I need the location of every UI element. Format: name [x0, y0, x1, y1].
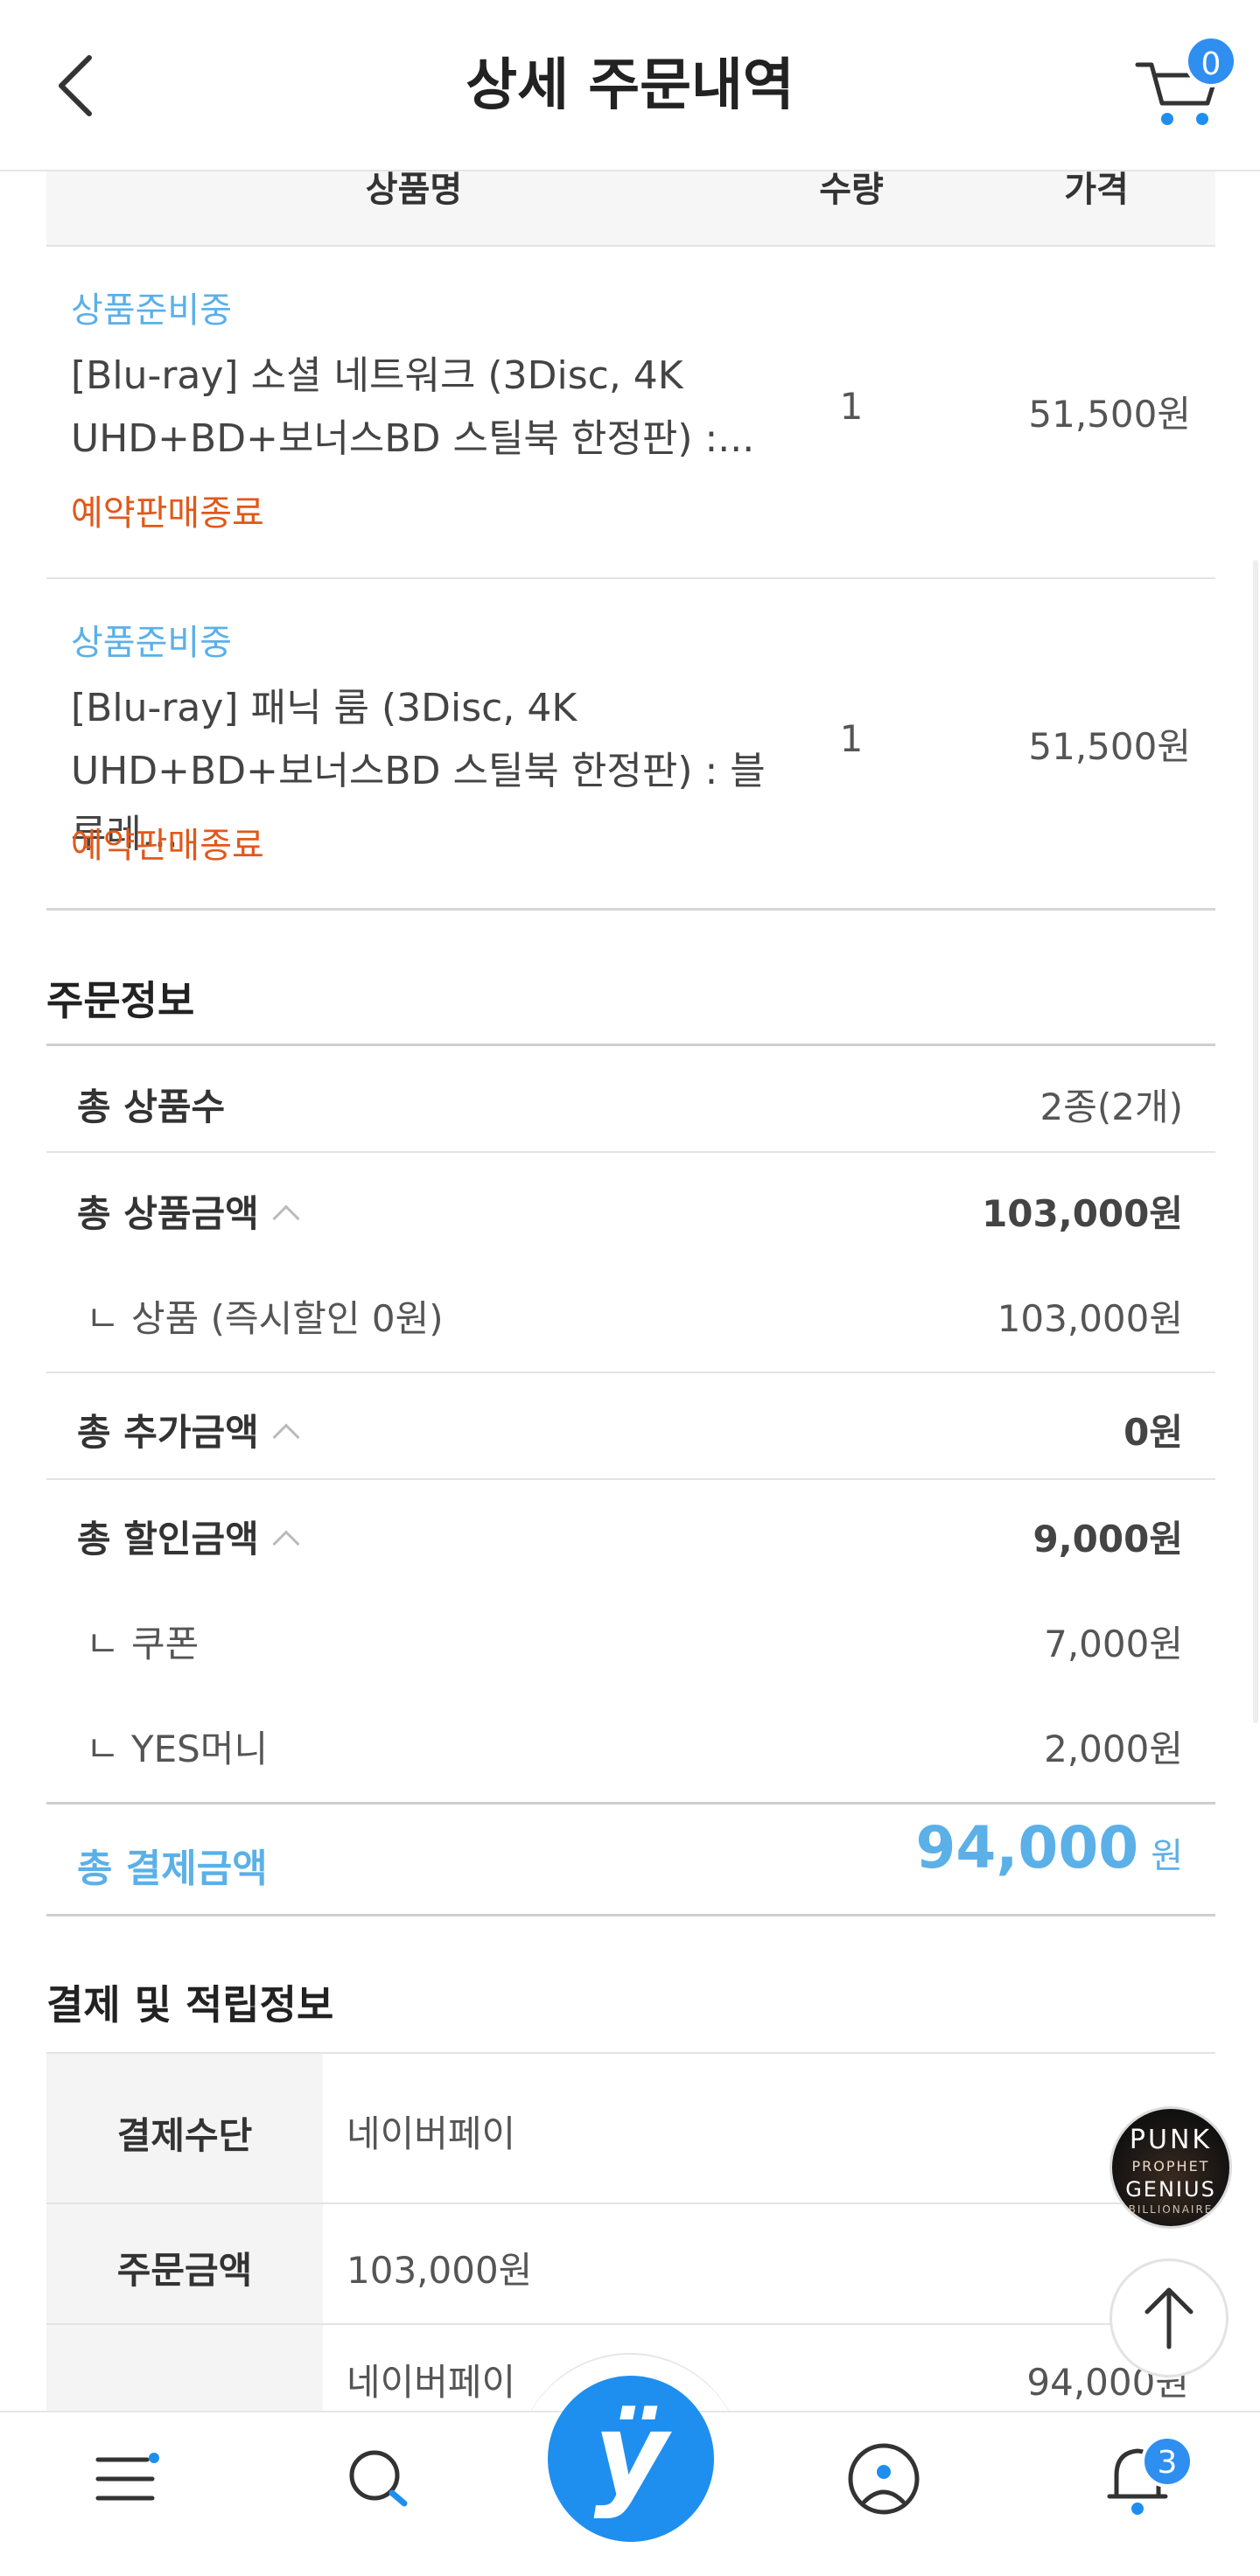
product-row[interactable]: 상품준비중 [Blu-ray] 패닉 룸 (3Disc, 4K UHD+BD+보…: [46, 579, 1215, 911]
promo-badge[interactable]: PUNK PROPHET GENIUS BILLIONAIRE: [1110, 2106, 1232, 2229]
column-header-qty: 수량: [819, 170, 884, 210]
order-info-title: 주문정보: [46, 977, 195, 1024]
payment-method-value: 네이버페이: [346, 2112, 516, 2155]
promo-badge-line4: BILLIONAIRE: [1128, 2203, 1214, 2216]
product-sub-value: 103,000원: [997, 1297, 1183, 1340]
divider: [46, 1151, 1215, 1153]
order-amount-key: 주문금액: [46, 2204, 323, 2323]
product-table-header: 상품명 수량 가격: [46, 171, 1215, 247]
chevron-up-icon: [272, 1423, 300, 1451]
cart-count-badge: 0: [1185, 35, 1237, 87]
page-title: 상세 주문내역: [466, 53, 794, 118]
chevron-up-icon: [272, 1530, 300, 1558]
divider: [46, 1372, 1215, 1373]
product-status: 상품준비중: [71, 290, 232, 331]
payment-method-label: 결제수단: [116, 2114, 253, 2157]
total-extra-label: 총 추가금액: [77, 1411, 259, 1454]
total-payment-label: 총 결제금액: [77, 1846, 268, 1891]
divider: [46, 1044, 1215, 1046]
product-sub-label: ㄴ 상품 (즉시할인 0원): [86, 1297, 444, 1340]
total-payment-value: 94,000: [915, 1814, 1139, 1881]
payment-method-row: 결제수단 네이버페이: [46, 2054, 1215, 2204]
total-items-label: 총 상품수: [77, 1086, 226, 1128]
total-payment-unit: 원: [1151, 1836, 1183, 1876]
product-status: 상품준비중: [71, 623, 232, 663]
divider: [46, 908, 1215, 911]
scroll-top-button[interactable]: [1110, 2258, 1228, 2377]
menu-icon: [95, 2453, 159, 2501]
promo-badge-line3: GENIUS: [1125, 2177, 1216, 2202]
yesmoney-label: ㄴ YES머니: [86, 1728, 269, 1770]
divider: [46, 1802, 1215, 1805]
paid-method: 네이버페이: [346, 2361, 516, 2404]
top-header: 상세 주문내역 0: [0, 0, 1260, 171]
total-extra-toggle[interactable]: 총 추가금액: [77, 1403, 300, 1456]
product-tag: 예약판매종료: [71, 493, 264, 534]
nav-mypage-button[interactable]: [831, 2412, 936, 2552]
arrow-up-icon: [1144, 2287, 1194, 2349]
product-qty: 1: [839, 385, 864, 428]
product-price: 51,500원: [1028, 725, 1191, 768]
total-discount-toggle[interactable]: 총 할인금액: [77, 1510, 300, 1563]
order-amount-value: 103,000원: [346, 2249, 533, 2292]
promo-badge-line2: PROPHET: [1131, 2158, 1210, 2175]
total-product-label: 총 상품금액: [77, 1192, 259, 1235]
payment-info-title: 결제 및 적립정보: [46, 1981, 334, 2028]
notification-count-badge: 3: [1141, 2435, 1194, 2488]
yesmoney-value: 2,000원: [1044, 1728, 1183, 1770]
divider: [46, 1478, 1215, 1480]
total-payment: 94,000 원: [916, 1814, 1184, 1881]
product-title[interactable]: [Blu-ray] 소셜 네트워크 (3Disc, 4K UHD+BD+보너스B…: [71, 345, 788, 471]
product-qty: 1: [839, 717, 864, 760]
total-items-value: 2종(2개): [1040, 1086, 1184, 1128]
product-row[interactable]: 상품준비중 [Blu-ray] 소셜 네트워크 (3Disc, 4K UHD+B…: [46, 247, 1215, 579]
total-product-toggle[interactable]: 총 상품금액: [77, 1184, 300, 1238]
home-logo-button[interactable]: ÿ: [548, 2376, 714, 2542]
promo-badge-line1: PUNK: [1129, 2125, 1213, 2155]
coupon-value: 7,000원: [1044, 1623, 1183, 1665]
order-amount-row: 주문금액 103,000원: [46, 2204, 1215, 2325]
scrollbar[interactable]: [1253, 560, 1258, 1723]
total-discount-label: 총 할인금액: [77, 1518, 259, 1560]
search-icon: [349, 2450, 408, 2507]
total-discount-value: 9,000원: [1032, 1518, 1184, 1560]
divider: [46, 1914, 1215, 1916]
product-price: 51,500원: [1028, 393, 1191, 436]
payment-method-key: 결제수단: [46, 2054, 323, 2203]
user-icon: [848, 2443, 920, 2515]
product-tag: 예약판매종료: [71, 826, 264, 866]
total-product-value: 103,000원: [982, 1192, 1183, 1235]
column-header-price: 가격: [1064, 170, 1129, 210]
nav-menu-button[interactable]: [77, 2412, 182, 2552]
coupon-label: ㄴ 쿠폰: [86, 1623, 200, 1665]
total-extra-value: 0원: [1124, 1411, 1183, 1454]
column-header-name: 상품명: [365, 170, 463, 210]
order-amount-label: 주문금액: [116, 2249, 253, 2292]
chevron-up-icon: [272, 1204, 300, 1232]
nav-search-button[interactable]: [326, 2412, 430, 2552]
